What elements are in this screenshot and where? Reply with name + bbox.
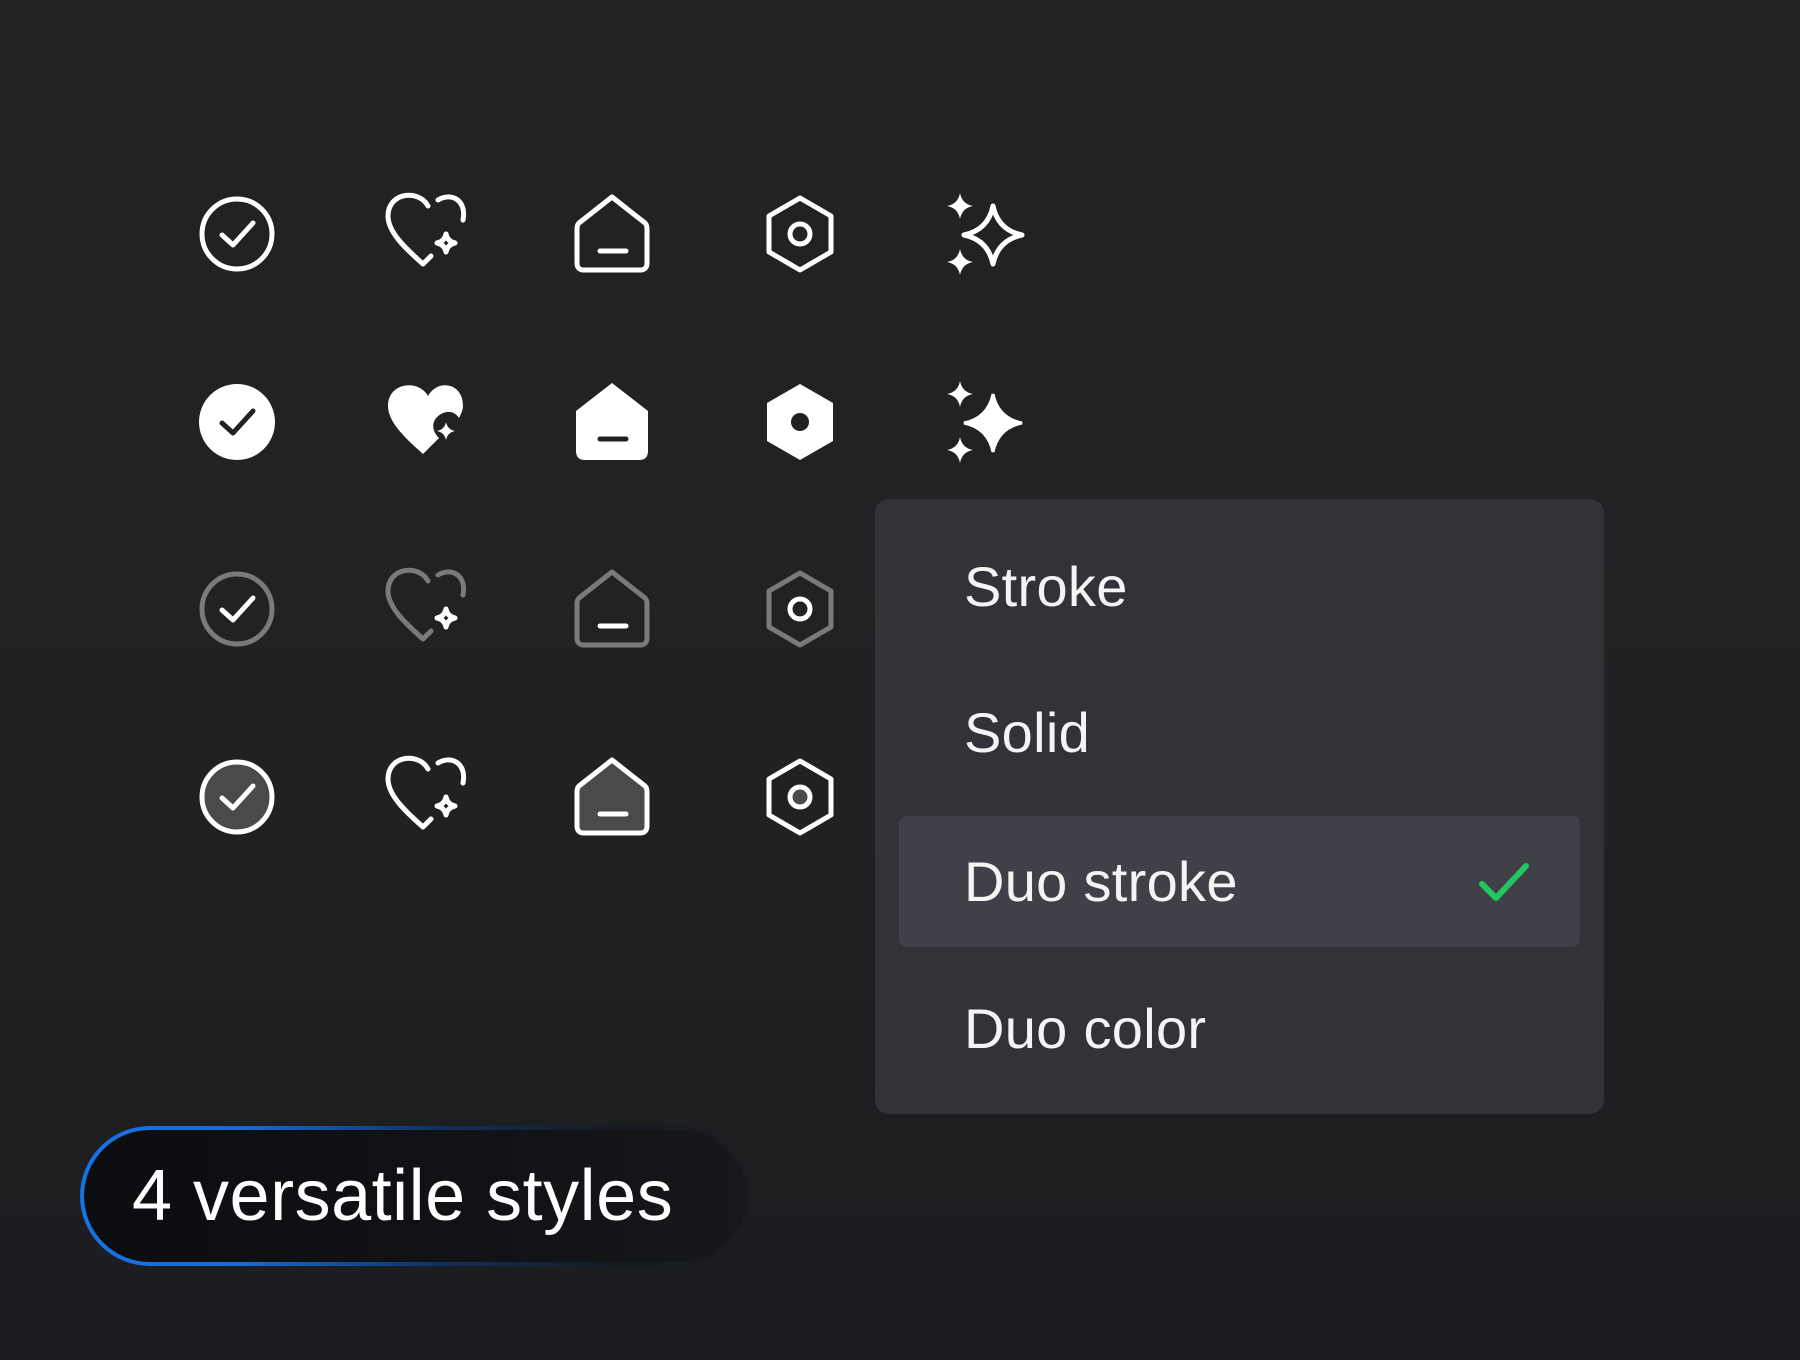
hexagon-nut-icon: [769, 573, 831, 645]
checkmark-icon: [1479, 862, 1529, 901]
style-menu: Stroke Solid Duo stroke Duo color: [875, 499, 1604, 1114]
menu-item-solid[interactable]: Solid: [899, 667, 1580, 798]
menu-item-duo-stroke[interactable]: Duo stroke: [899, 816, 1580, 947]
menu-item-label: Duo stroke: [964, 850, 1238, 913]
hexagon-nut-icon: [769, 761, 831, 833]
home-icon: [577, 760, 647, 833]
heart-sparkle-icon: [388, 570, 464, 639]
heart-sparkle-icon: [388, 195, 464, 264]
menu-item-stroke[interactable]: Stroke: [899, 521, 1580, 652]
check-circle-icon: [199, 196, 275, 272]
menu-item-label: Solid: [964, 701, 1091, 764]
icon-row-solid: [199, 381, 1024, 463]
styles-badge: 4 versatile styles: [80, 1126, 750, 1266]
home-icon: [576, 383, 648, 460]
home-icon: [577, 572, 647, 645]
icon-row-duo-color: [199, 758, 831, 835]
home-icon: [577, 197, 647, 270]
icon-row-stroke: [199, 193, 1022, 275]
styles-badge-text: 4 versatile styles: [132, 1156, 674, 1236]
menu-item-label: Duo color: [964, 997, 1207, 1060]
menu-item-label: Stroke: [964, 555, 1128, 618]
check-circle-icon: [199, 571, 275, 647]
hexagon-nut-icon: [769, 198, 831, 270]
heart-sparkle-icon: [388, 758, 464, 827]
sparkles-icon: [947, 193, 1022, 275]
check-circle-icon: [199, 384, 275, 460]
menu-item-duo-color[interactable]: Duo color: [899, 963, 1580, 1094]
styles-badge-inner: 4 versatile styles: [84, 1130, 746, 1262]
icon-row-duo-stroke: [199, 570, 831, 647]
hexagon-nut-icon: [767, 384, 833, 460]
check-circle-icon: [199, 759, 275, 835]
heart-sparkle-icon: [388, 385, 463, 454]
sparkles-icon: [947, 381, 1024, 463]
